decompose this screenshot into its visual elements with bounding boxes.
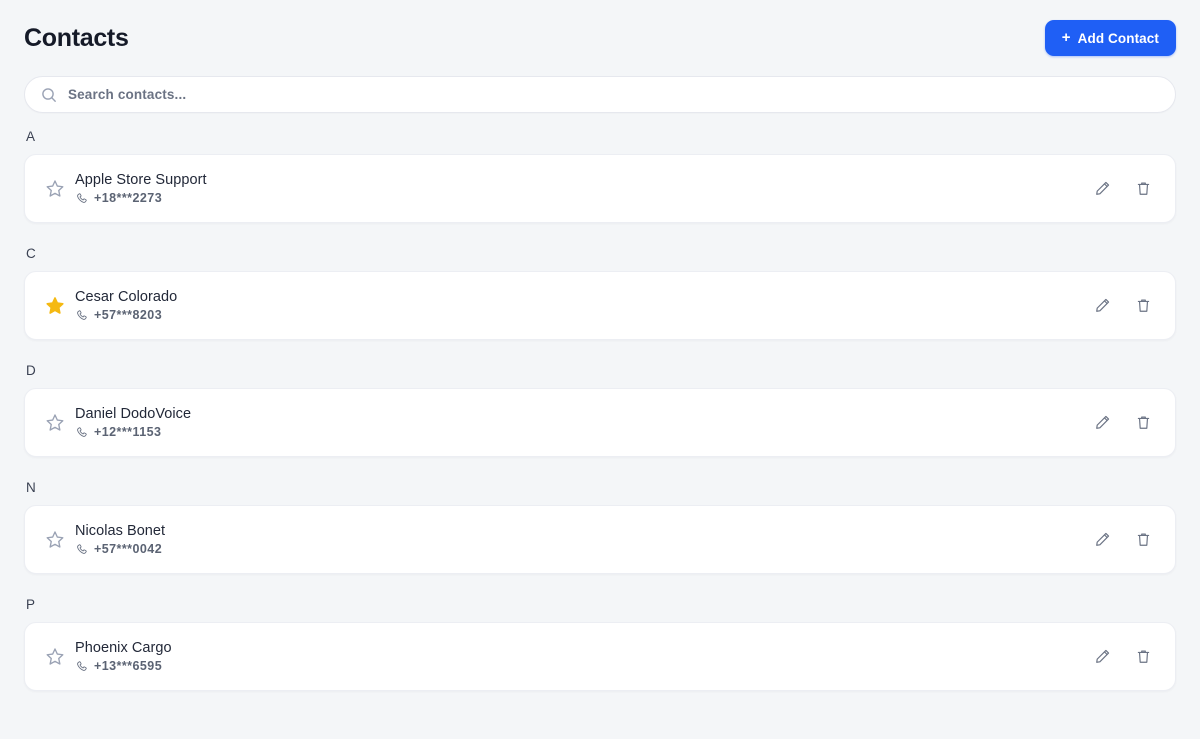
contact-phone-row: +13***6595 — [75, 659, 1092, 673]
search-bar[interactable] — [24, 76, 1176, 113]
section-letter: C — [26, 246, 36, 261]
star-outline-icon[interactable] — [43, 645, 67, 669]
contact-row[interactable]: Daniel DodoVoice +12***1153 — [24, 388, 1176, 457]
trash-icon[interactable] — [1133, 296, 1153, 316]
contact-section: D Daniel DodoVoice +12***1153 — [24, 363, 1176, 457]
trash-icon[interactable] — [1133, 179, 1153, 199]
contact-name: Cesar Colorado — [75, 288, 178, 305]
phone-icon — [75, 660, 88, 673]
add-contact-button[interactable]: + Add Contact — [1044, 20, 1176, 56]
row-actions — [1092, 530, 1153, 550]
page-header: Contacts + Add Contact — [24, 0, 1176, 76]
edit-icon[interactable] — [1092, 413, 1112, 433]
contact-row[interactable]: Apple Store Support +18***2273 — [24, 154, 1176, 223]
contact-phone: +18***2273 — [94, 191, 163, 206]
section-letter: N — [26, 480, 36, 495]
star-outline-icon[interactable] — [43, 528, 67, 552]
contact-section: P Phoenix Cargo +13***6595 — [24, 597, 1176, 691]
contact-phone: +57***0042 — [94, 542, 163, 557]
contact-row[interactable]: Nicolas Bonet +57***0042 — [24, 505, 1176, 574]
contact-info: Phoenix Cargo +13***6595 — [75, 640, 1092, 674]
trash-icon[interactable] — [1133, 413, 1153, 433]
contact-name: Apple Store Support — [75, 171, 207, 188]
contact-name: Daniel DodoVoice — [75, 405, 192, 422]
contact-section: N Nicolas Bonet +57***0042 — [24, 480, 1176, 574]
section-letter: P — [26, 597, 36, 612]
row-actions — [1092, 413, 1153, 433]
contacts-page: Contacts + Add Contact A Apple Store Supp… — [0, 0, 1200, 739]
edit-icon[interactable] — [1092, 647, 1112, 667]
contact-section: C Cesar Colorado +57***8203 — [24, 246, 1176, 340]
contact-section: A Apple Store Support +18***2273 — [24, 129, 1176, 223]
search-input[interactable] — [68, 87, 1159, 102]
contact-phone: +57***8203 — [94, 308, 163, 323]
row-actions — [1092, 296, 1153, 316]
contact-phone: +13***6595 — [94, 659, 163, 674]
contact-phone-row: +12***1153 — [75, 425, 1092, 439]
row-actions — [1092, 179, 1153, 199]
section-letter: D — [26, 363, 36, 378]
contact-row[interactable]: Phoenix Cargo +13***6595 — [24, 622, 1176, 691]
phone-icon — [75, 426, 88, 439]
star-outline-icon[interactable] — [43, 177, 67, 201]
contacts-list: A Apple Store Support +18***2273 C Cesar C… — [24, 129, 1176, 691]
phone-icon — [75, 309, 88, 322]
edit-icon[interactable] — [1092, 296, 1112, 316]
star-outline-icon[interactable] — [43, 411, 67, 435]
search-icon — [41, 87, 57, 103]
contact-name: Phoenix Cargo — [75, 639, 172, 656]
contact-phone-row: +18***2273 — [75, 191, 1092, 205]
contact-phone-row: +57***0042 — [75, 542, 1092, 556]
trash-icon[interactable] — [1133, 530, 1153, 550]
page-title: Contacts — [24, 23, 129, 52]
row-actions — [1092, 647, 1153, 667]
edit-icon[interactable] — [1092, 530, 1112, 550]
contact-name: Nicolas Bonet — [75, 522, 166, 539]
contact-phone-row: +57***8203 — [75, 308, 1092, 322]
contact-info: Apple Store Support +18***2273 — [75, 172, 1092, 206]
edit-icon[interactable] — [1092, 179, 1112, 199]
section-letter: A — [26, 129, 36, 144]
star-filled-icon[interactable] — [43, 294, 67, 318]
phone-icon — [75, 192, 88, 205]
contact-info: Daniel DodoVoice +12***1153 — [75, 406, 1092, 440]
contact-info: Nicolas Bonet +57***0042 — [75, 523, 1092, 557]
contact-info: Cesar Colorado +57***8203 — [75, 289, 1092, 323]
contact-phone: +12***1153 — [94, 425, 162, 440]
contact-row[interactable]: Cesar Colorado +57***8203 — [24, 271, 1176, 340]
phone-icon — [75, 543, 88, 556]
plus-icon: + — [1061, 29, 1071, 46]
trash-icon[interactable] — [1133, 647, 1153, 667]
add-contact-label: Add Contact — [1077, 30, 1159, 46]
